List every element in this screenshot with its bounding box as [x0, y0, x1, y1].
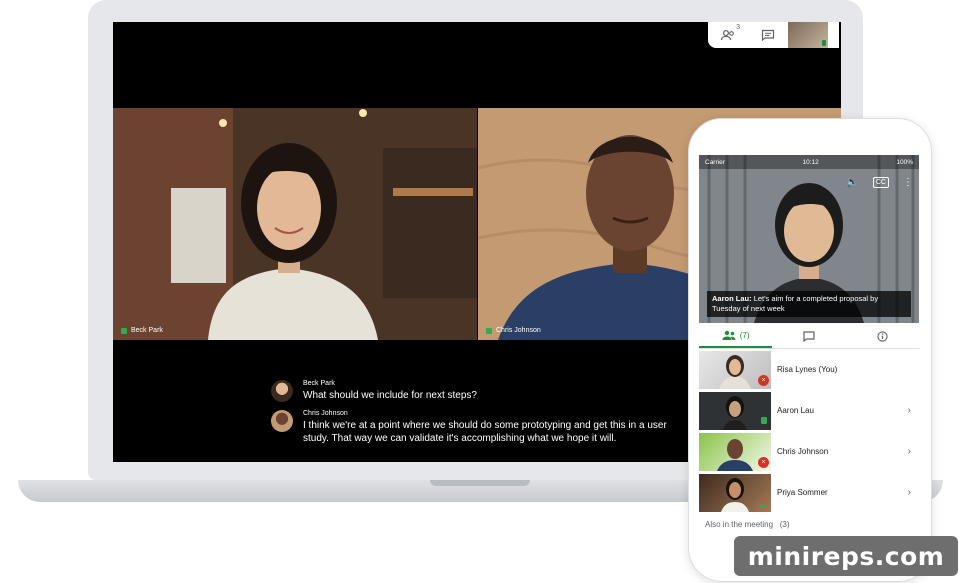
phone-main-video[interactable]: Carrier 10:12 100% 🔈 CC ⋮ Aaron Lau: Let…: [699, 155, 919, 323]
participant-name: Chris Johnson: [777, 447, 829, 456]
participant-name: Priya Sommer: [777, 488, 828, 497]
audio-level-icon: [486, 327, 492, 334]
caption-text: I think we're at a point where we should…: [303, 420, 667, 444]
participant-thumbnail: ×: [699, 432, 771, 471]
also-count: (3): [779, 520, 790, 529]
caption-entry: Beck Park What should we include for nex…: [271, 380, 691, 402]
tile-name-label: Chris Johnson: [486, 327, 541, 334]
mic-off-icon: ×: [758, 374, 769, 386]
participant-thumbnail: [699, 473, 771, 512]
avatar: [723, 395, 747, 430]
status-time: 10:12: [802, 158, 819, 166]
participants-count: 3: [736, 24, 740, 31]
live-captions: Beck Park What should we include for nex…: [271, 380, 691, 453]
phone-frame: Carrier 10:12 100% 🔈 CC ⋮ Aaron Lau: Let…: [688, 118, 932, 582]
chevron-right-icon[interactable]: ›: [908, 405, 911, 416]
list-item[interactable]: × Risa Lynes (You): [699, 349, 919, 390]
more-icon: [759, 504, 767, 508]
people-button[interactable]: 3: [708, 22, 748, 48]
people-icon: [722, 330, 736, 340]
video-tile-beck-park[interactable]: Beck Park: [113, 108, 477, 340]
phone-caption: Aaron Lau: Let's aim for a completed pro…: [707, 291, 911, 317]
audio-level-icon: [121, 327, 127, 334]
chat-icon: [761, 29, 775, 41]
watermark: minireps.com: [734, 536, 958, 576]
captions-icon[interactable]: CC: [872, 177, 889, 188]
list-item[interactable]: Aaron Lau ›: [699, 390, 919, 431]
tab-info[interactable]: [846, 324, 919, 348]
chevron-right-icon[interactable]: ›: [908, 487, 911, 498]
speaker-icon[interactable]: 🔈: [846, 177, 858, 188]
participant-name: Beck Park: [131, 327, 163, 334]
people-icon: [720, 29, 734, 41]
chevron-right-icon[interactable]: ›: [908, 446, 911, 457]
list-item[interactable]: × Chris Johnson ›: [699, 431, 919, 472]
laptop-notch: [430, 480, 530, 486]
chat-button[interactable]: [748, 22, 788, 48]
avatar: [271, 380, 293, 402]
participant-name: Risa Lynes (You): [777, 365, 838, 374]
caption-speaker: Beck Park: [303, 380, 335, 387]
tab-chat[interactable]: [772, 324, 845, 348]
speaking-indicator-icon: [822, 40, 826, 46]
also-in-meeting[interactable]: Also in the meeting (3): [705, 520, 790, 529]
phone-status-bar: Carrier 10:12 100%: [699, 155, 919, 169]
participant-name: Chris Johnson: [496, 327, 541, 334]
participant-list: × Risa Lynes (You) Aaron Lau › × Chris J…: [699, 349, 919, 513]
phone-tabs: (7): [699, 324, 919, 349]
battery-level: 100%: [896, 158, 913, 166]
chat-icon: [803, 330, 815, 342]
participant-thumbnail: [699, 391, 771, 430]
caption-speaker: Aaron Lau:: [712, 294, 752, 303]
people-count: (7): [739, 330, 750, 340]
mic-off-icon: ×: [758, 456, 769, 468]
speaking-indicator-icon: [761, 416, 767, 424]
participant-name: Aaron Lau: [777, 406, 814, 415]
carrier-label: Carrier: [705, 158, 725, 166]
meet-top-controls: 3: [708, 22, 839, 48]
avatar: [271, 410, 293, 432]
video-controls: 🔈 CC ⋮: [846, 177, 913, 188]
caption-text: What should we include for next steps?: [303, 390, 477, 401]
caption-entry: Chris Johnson I think we're at a point w…: [271, 410, 691, 445]
participant-thumbnail: ×: [699, 350, 771, 389]
more-vert-icon[interactable]: ⋮: [903, 177, 913, 188]
info-icon: [877, 330, 888, 342]
tab-people[interactable]: (7): [699, 324, 773, 348]
also-label: Also in the meeting: [705, 520, 774, 529]
caption-speaker: Chris Johnson: [303, 410, 348, 417]
participant-video-beck-park: [113, 108, 477, 340]
list-item[interactable]: Priya Sommer ›: [699, 472, 919, 513]
tile-name-label: Beck Park: [121, 327, 163, 334]
self-preview-thumbnail[interactable]: [788, 22, 828, 48]
